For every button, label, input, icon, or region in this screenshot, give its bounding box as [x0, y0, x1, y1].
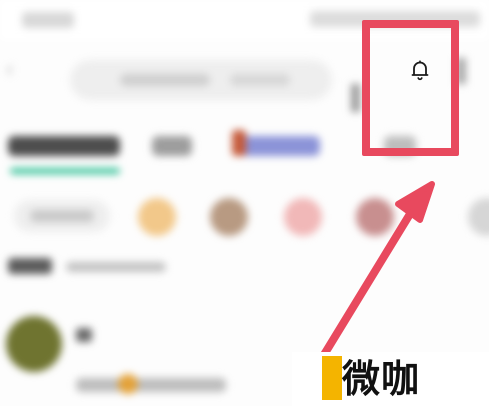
category-chip-avatar[interactable] [284, 198, 322, 236]
tab-second[interactable] [152, 136, 192, 156]
bell-icon [411, 60, 429, 81]
category-chip-label [30, 210, 94, 222]
tab-active[interactable] [8, 136, 120, 156]
category-chip-avatar[interactable] [210, 198, 248, 236]
header-divider [351, 84, 360, 112]
search-bar[interactable] [70, 60, 332, 100]
status-bar [0, 0, 489, 40]
watermark-accent [322, 356, 342, 400]
tab-active-indicator [10, 168, 120, 174]
notification-button[interactable] [396, 48, 444, 96]
category-chip-all[interactable] [14, 200, 110, 232]
section-subtitle [66, 262, 166, 272]
tab-third-icon [232, 130, 246, 156]
category-chips [0, 186, 489, 242]
feed-section-header [8, 256, 168, 276]
watermark-text: 微咖 [342, 357, 421, 401]
search-placeholder [120, 74, 210, 86]
category-chip-avatar[interactable] [138, 198, 176, 236]
category-chip-avatar[interactable] [356, 198, 394, 236]
status-time [22, 12, 74, 28]
post-author-name[interactable] [76, 328, 92, 342]
emoji-icon [118, 374, 138, 394]
more-icon[interactable] [456, 58, 466, 84]
section-badge [8, 258, 52, 274]
chevron-left-icon[interactable]: ‹ [6, 58, 20, 80]
search-placeholder-secondary [230, 74, 290, 86]
post-text [76, 378, 226, 392]
status-icons [310, 11, 480, 27]
avatar[interactable] [6, 316, 62, 372]
tab-fourth[interactable] [384, 136, 416, 156]
app-screen: ‹ 微咖 [0, 0, 489, 406]
category-chip-avatar[interactable] [468, 198, 489, 236]
